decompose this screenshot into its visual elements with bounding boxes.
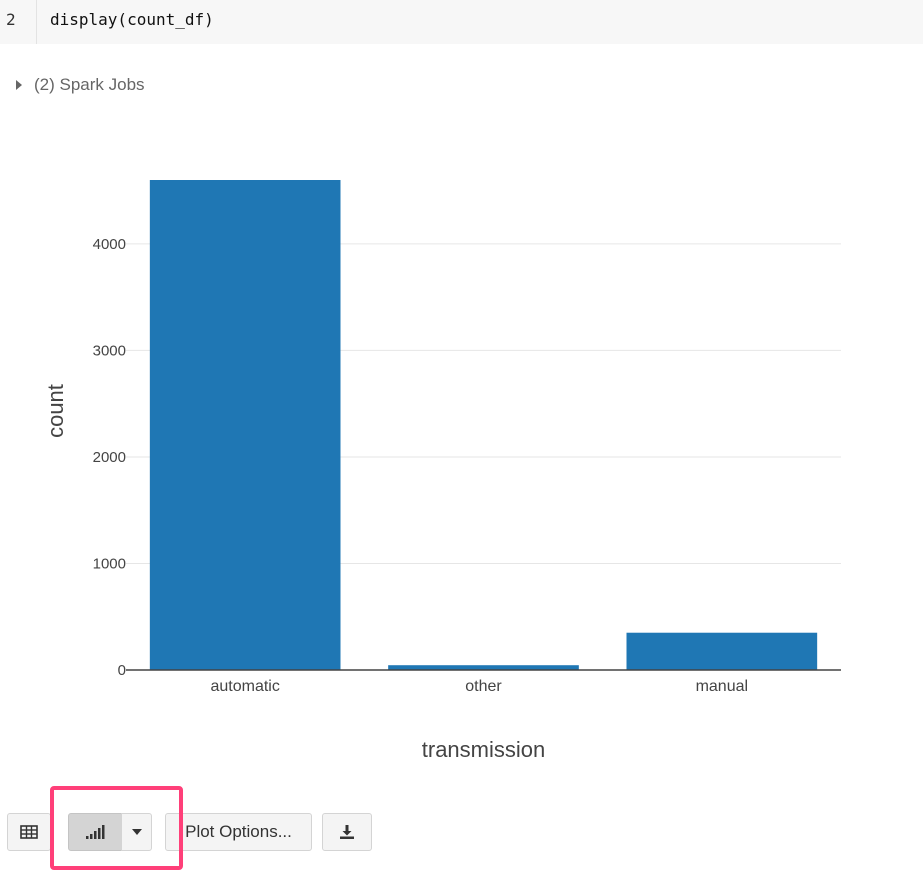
y-tick-label: 4000 — [93, 236, 126, 253]
download-icon — [340, 825, 354, 839]
y-axis-title: count — [43, 384, 68, 438]
chevron-down-icon — [131, 829, 142, 835]
x-tick-label: automatic — [210, 678, 279, 695]
x-axis-title: transmission — [422, 737, 545, 762]
bar-manual[interactable] — [626, 632, 818, 670]
bar-layer — [149, 180, 818, 670]
bar-chart-icon — [86, 825, 105, 839]
label-layer: 0 1000 2000 3000 4000 automatic other manual tra… — [43, 236, 748, 762]
bar-automatic[interactable] — [149, 180, 341, 670]
x-tick-label: manual — [696, 678, 748, 695]
download-button[interactable] — [322, 813, 372, 851]
bar-chart-view-button[interactable] — [68, 813, 122, 851]
bar-chart: 0 1000 2000 3000 4000 automatic other manual tra… — [43, 180, 841, 762]
plot-options-button[interactable]: Plot Options... — [165, 813, 312, 851]
y-tick-label: 2000 — [93, 449, 126, 466]
table-icon — [20, 825, 38, 839]
y-tick-label: 0 — [118, 662, 126, 679]
x-tick-label: other — [465, 678, 502, 695]
y-tick-label: 1000 — [93, 555, 126, 572]
table-view-button[interactable] — [7, 813, 51, 851]
y-tick-label: 3000 — [93, 342, 126, 359]
chart-type-dropdown[interactable] — [121, 813, 152, 851]
